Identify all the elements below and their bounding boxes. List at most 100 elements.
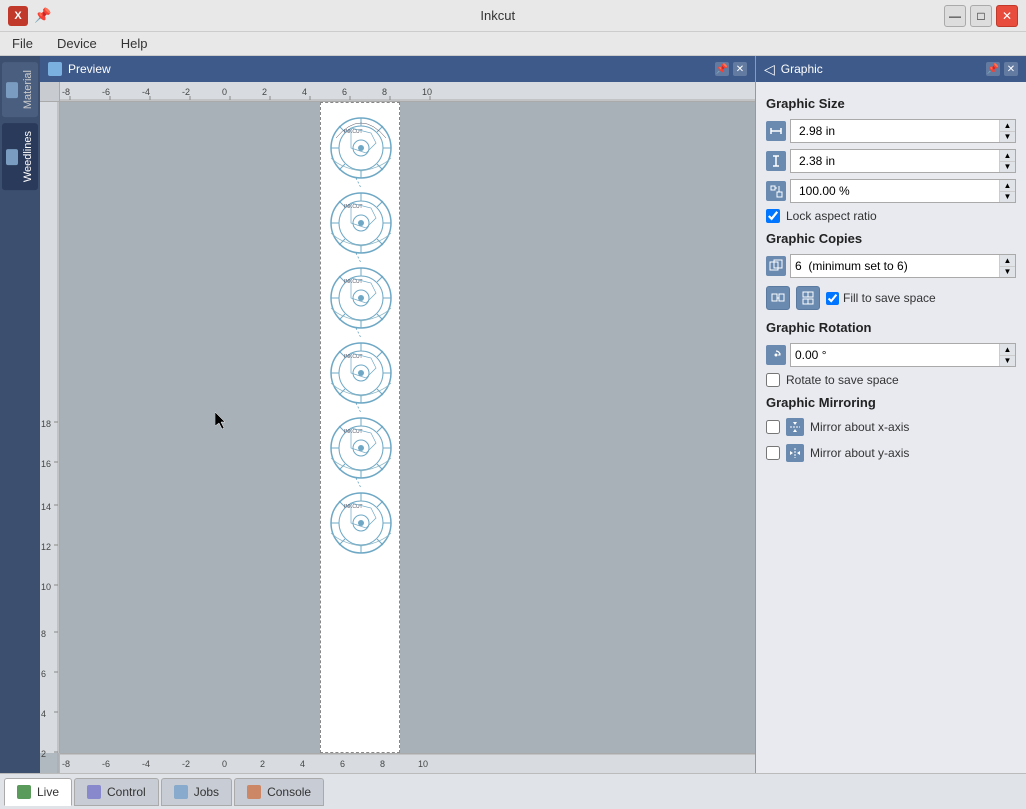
design-strip: INKCUT — [320, 102, 400, 753]
lock-aspect-ratio-checkbox[interactable] — [766, 209, 780, 223]
copies-row: ▲ ▼ — [766, 254, 1016, 278]
right-panel-pin-button[interactable]: 📌 — [986, 62, 1000, 76]
svg-text:-8: -8 — [62, 87, 70, 97]
panel-close-button[interactable]: ✕ — [733, 62, 747, 76]
mirror-x-axis-checkbox[interactable] — [766, 420, 780, 434]
scale-field[interactable] — [795, 184, 995, 198]
control-icon — [87, 785, 101, 799]
mirror-x-icon — [786, 418, 804, 436]
copies-down-button[interactable]: ▼ — [1000, 267, 1015, 278]
width-icon — [766, 121, 786, 141]
svg-text:10: 10 — [418, 759, 428, 769]
svg-text:-8: -8 — [62, 759, 70, 769]
graphic-mirroring-title: Graphic Mirroring — [766, 395, 1016, 410]
copies-spinbox[interactable]: ▲ ▼ — [790, 254, 1016, 278]
width-row: ▲ ▼ — [766, 119, 1016, 143]
height-spinner: ▲ ▼ — [999, 150, 1015, 172]
maximize-button[interactable]: □ — [970, 5, 992, 27]
svg-text:8: 8 — [41, 629, 46, 639]
x-axis-ruler: -8 -6 -4 -2 0 2 4 6 8 10 — [60, 753, 755, 773]
rotation-down-button[interactable]: ▼ — [1000, 356, 1015, 367]
fill-icon-btn-2[interactable] — [796, 286, 820, 310]
fill-icon-btn-1[interactable] — [766, 286, 790, 310]
height-up-button[interactable]: ▲ — [1000, 150, 1015, 162]
svg-text:14: 14 — [41, 502, 51, 512]
copies-field[interactable] — [791, 259, 999, 273]
bottom-tabs: Live Control Jobs Console — [0, 773, 1026, 809]
right-panel-title: Graphic — [781, 62, 823, 76]
pin-icon[interactable]: 📌 — [34, 7, 51, 24]
graphic-copies-title: Graphic Copies — [766, 231, 1016, 246]
menu-file[interactable]: File — [8, 34, 37, 53]
rotation-up-button[interactable]: ▲ — [1000, 344, 1015, 356]
scale-up-button[interactable]: ▲ — [1000, 180, 1015, 192]
right-panel-close-button[interactable]: ✕ — [1004, 62, 1018, 76]
sidebar-item-weedlines[interactable]: Weedlines — [2, 123, 38, 190]
ruler-corner — [40, 82, 60, 102]
material-icon — [6, 83, 18, 99]
svg-text:4: 4 — [300, 759, 305, 769]
scale-icon — [766, 181, 786, 201]
mirror-y-icon — [786, 444, 804, 462]
height-field[interactable] — [795, 154, 995, 168]
width-down-button[interactable]: ▼ — [1000, 132, 1015, 143]
right-panel-content: Graphic Size ▲ ▼ — [756, 82, 1026, 773]
rotation-icon — [766, 345, 786, 365]
rotation-input[interactable]: ▲ ▼ — [790, 343, 1016, 367]
rotation-field[interactable] — [791, 348, 999, 362]
width-up-button[interactable]: ▲ — [1000, 120, 1015, 132]
preview-panel-header: Preview 📌 ✕ — [40, 56, 755, 82]
rotate-to-save-space-label: Rotate to save space — [786, 373, 899, 387]
menu-device[interactable]: Device — [53, 34, 101, 53]
canvas-container[interactable]: -8 -6 -4 -2 0 2 4 6 8 10 — [40, 82, 755, 773]
copies-up-button[interactable]: ▲ — [1000, 255, 1015, 267]
rotate-to-save-space-checkbox[interactable] — [766, 373, 780, 387]
minimize-button[interactable]: — — [944, 5, 966, 27]
svg-text:6: 6 — [340, 759, 345, 769]
graphic-size-title: Graphic Size — [766, 96, 1016, 111]
mirror-y-axis-row: Mirror about y-axis — [766, 444, 1016, 462]
sidebar-item-material[interactable]: Material — [2, 62, 38, 117]
height-input[interactable]: ▲ ▼ — [790, 149, 1016, 173]
close-button[interactable]: ✕ — [996, 5, 1018, 27]
svg-text:4: 4 — [302, 87, 307, 97]
menu-help[interactable]: Help — [117, 34, 152, 53]
height-down-button[interactable]: ▼ — [1000, 162, 1015, 173]
scale-spinner: ▲ ▼ — [999, 180, 1015, 202]
console-icon — [247, 785, 261, 799]
tab-jobs[interactable]: Jobs — [161, 778, 232, 806]
svg-text:18: 18 — [41, 419, 51, 429]
graphic-rotation-title: Graphic Rotation — [766, 320, 1016, 335]
fill-to-save-space-checkbox[interactable] — [826, 292, 839, 305]
svg-text:6: 6 — [41, 669, 46, 679]
scale-down-button[interactable]: ▼ — [1000, 192, 1015, 203]
svg-text:-2: -2 — [182, 759, 190, 769]
menu-bar: File Device Help — [0, 32, 1026, 56]
copies-spinner: ▲ ▼ — [999, 255, 1015, 277]
vertical-ruler: 0 2 4 6 8 10 12 14 16 18 — [40, 102, 60, 753]
panel-pin-button[interactable]: 📌 — [715, 62, 729, 76]
main-area: Material Weedlines Preview 📌 ✕ — [0, 56, 1026, 773]
graphic-header-icon: ◁ — [764, 61, 775, 78]
svg-text:8: 8 — [380, 759, 385, 769]
svg-text:10: 10 — [41, 582, 51, 592]
svg-text:4: 4 — [41, 709, 46, 719]
tab-live[interactable]: Live — [4, 778, 72, 806]
height-row: ▲ ▼ — [766, 149, 1016, 173]
rotation-row: ▲ ▼ — [766, 343, 1016, 367]
lock-aspect-ratio-label: Lock aspect ratio — [786, 209, 877, 223]
cursor-indicator — [215, 412, 229, 433]
tab-console[interactable]: Console — [234, 778, 324, 806]
svg-text:6: 6 — [342, 87, 347, 97]
left-sidebar: Material Weedlines — [0, 56, 40, 773]
scale-input[interactable]: ▲ ▼ — [790, 179, 1016, 203]
weedlines-icon — [6, 150, 18, 166]
mirror-y-axis-checkbox[interactable] — [766, 446, 780, 460]
width-field[interactable] — [795, 124, 995, 138]
fill-row: Fill to save space — [766, 286, 1016, 310]
tab-control[interactable]: Control — [74, 778, 159, 806]
title-bar: X 📌 Inkcut — □ ✕ — [0, 0, 1026, 32]
canvas-draw-area[interactable]: INKCUT — [60, 102, 755, 753]
right-panel: ◁ Graphic 📌 ✕ Graphic Size — [756, 56, 1026, 773]
width-input[interactable]: ▲ ▼ — [790, 119, 1016, 143]
